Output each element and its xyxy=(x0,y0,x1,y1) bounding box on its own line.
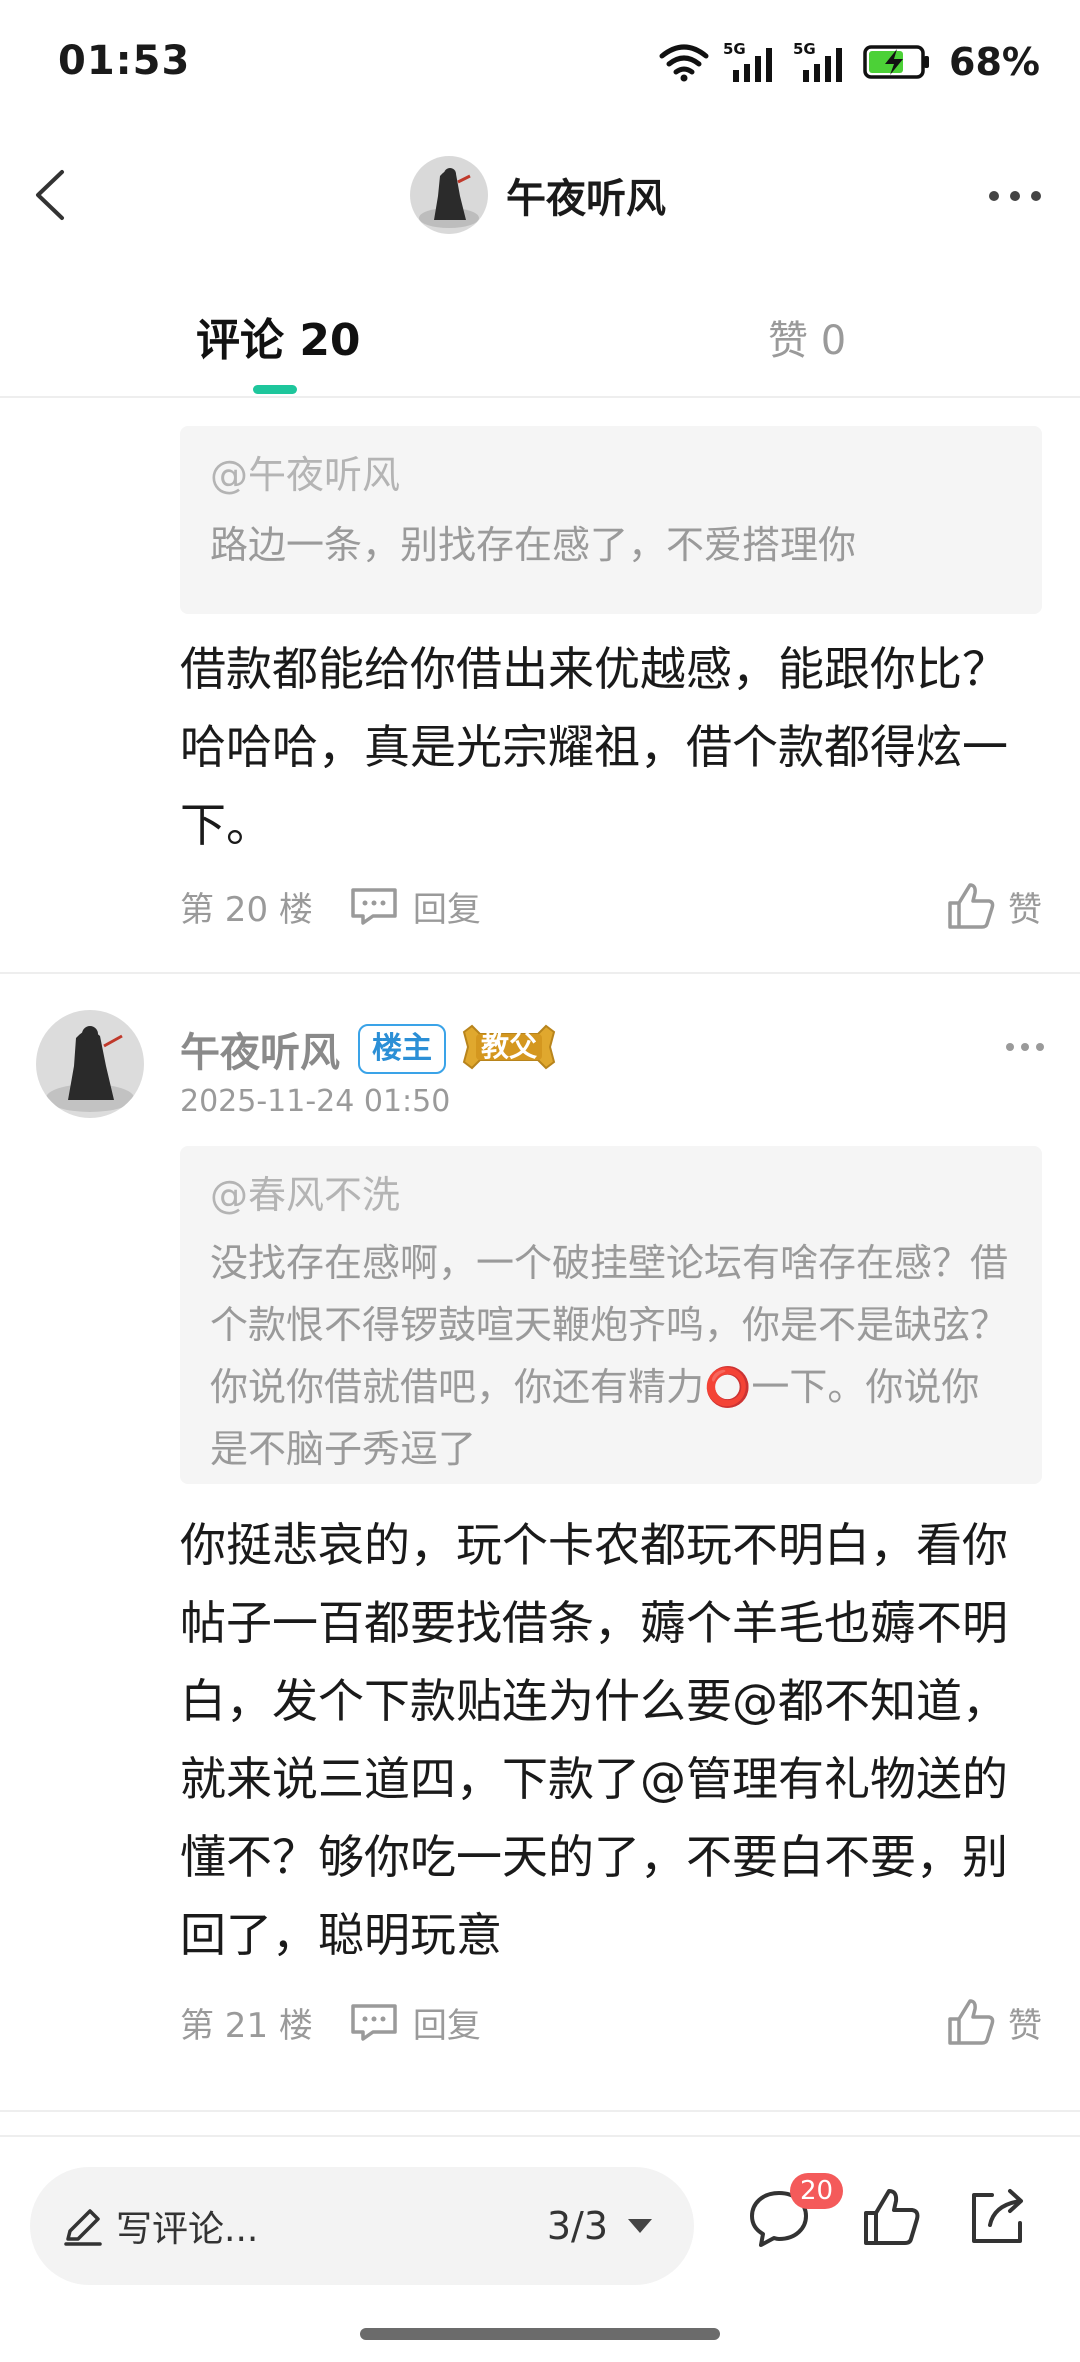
page-number: 3/3 xyxy=(546,2204,608,2248)
signal-5g-icon: 5G xyxy=(793,40,843,82)
rank-badge-label: 教父 xyxy=(480,1030,537,1063)
pencil-icon xyxy=(64,2209,102,2246)
comment-count-badge: 20 xyxy=(790,2173,844,2209)
floor-number: 第 21 楼 xyxy=(180,2005,313,2046)
thumbs-up-icon xyxy=(948,1999,995,2045)
signal-5g-icon: 5G xyxy=(723,40,773,82)
avatar[interactable] xyxy=(410,156,488,234)
comment-body: 你挺悲哀的，玩个卡农都玩不明白，看你帖子一百都要找借条，薅个羊毛也薅不明白，发个… xyxy=(180,1518,1008,1962)
dropdown-triangle-icon xyxy=(628,2219,652,2233)
reply-label: 回复 xyxy=(412,889,481,930)
battery-percent: 68% xyxy=(949,40,1040,84)
comment-input[interactable]: 写评论... 3/3 xyxy=(30,2167,694,2285)
back-arrow-icon[interactable] xyxy=(22,152,92,238)
status-time: 01:53 xyxy=(58,38,191,84)
tab-comments[interactable]: 评论 20 xyxy=(196,304,361,368)
status-bar: 01:53 5G 5G 68% xyxy=(0,0,1080,130)
page-title: 午夜听风 xyxy=(506,176,666,222)
avatar[interactable] xyxy=(36,1010,144,1118)
reply-label: 回复 xyxy=(412,2005,481,2046)
network-label: 5G xyxy=(723,40,746,58)
reply-icon xyxy=(351,888,397,925)
reply-icon xyxy=(351,2004,397,2041)
quoted-comment[interactable]: @午夜听风 路边一条，别找存在感了，不爱搭理你 xyxy=(180,426,1042,614)
reply-button[interactable]: 回复 xyxy=(349,882,481,931)
battery-charging-icon xyxy=(863,45,930,79)
owner-badge: 楼主 xyxy=(358,1024,446,1074)
home-indicator[interactable] xyxy=(360,2328,720,2340)
page-selector[interactable]: 3/3 xyxy=(547,2167,654,2285)
rank-badge: 教父 xyxy=(458,1022,560,1072)
like-label: 赞 xyxy=(1008,2005,1042,2046)
share-icon[interactable] xyxy=(962,2183,1032,2253)
like-button[interactable]: 赞 xyxy=(946,1997,1042,2047)
active-tab-indicator xyxy=(253,385,297,394)
quoted-text: 路边一条，别找存在感了，不爱搭理你 xyxy=(210,523,857,567)
tab-likes[interactable]: 赞 0 xyxy=(768,308,846,366)
author-name[interactable]: 午夜听风 xyxy=(180,1020,340,1078)
tab-bar: 评论 20 赞 0 xyxy=(0,280,1080,398)
comment-actions: 第 20 楼 回复 赞 xyxy=(180,876,1042,936)
divider xyxy=(0,2110,1080,2112)
network-label: 5G xyxy=(793,40,816,58)
thumbs-up-icon xyxy=(948,883,995,929)
comment-body: 借款都能给你借出来优越感，能跟你比？哈哈哈，真是光宗耀祖，借个款都得炫一下。 xyxy=(180,642,1008,852)
comment-input-placeholder[interactable]: 写评论... xyxy=(116,2200,258,2252)
bottom-bar: 写评论... 3/3 20 xyxy=(0,2135,1080,2362)
comment-date: 2025-11-24 01:50 xyxy=(180,1084,451,1119)
like-button[interactable]: 赞 xyxy=(946,881,1042,931)
like-label: 赞 xyxy=(1008,889,1042,930)
quoted-user[interactable]: @春风不洗 xyxy=(210,1168,1012,1222)
comment-floor-21: 午夜听风 楼主 教父 2025-11-24 01:50 @春风不洗 没找存在感啊… xyxy=(0,974,1080,2110)
reply-button[interactable]: 回复 xyxy=(349,1998,481,2047)
header: 午夜听风 xyxy=(0,130,1080,260)
quoted-text: 没找存在感啊，一个破挂壁论坛有啥存在感？借个款恨不得锣鼓喧天鞭炮齐鸣，你是不是缺… xyxy=(210,1241,1009,1471)
more-dots-icon[interactable] xyxy=(980,166,1050,226)
quoted-comment[interactable]: @春风不洗 没找存在感啊，一个破挂壁论坛有啥存在感？借个款恨不得锣鼓喧天鞭炮齐鸣… xyxy=(180,1146,1042,1484)
comment-actions: 第 21 楼 回复 赞 xyxy=(180,1992,1042,2052)
wifi-icon xyxy=(659,44,709,82)
floor-number: 第 20 楼 xyxy=(180,889,313,930)
thumbs-up-icon[interactable] xyxy=(856,2183,926,2253)
status-icons: 5G 5G 68% xyxy=(659,40,1040,84)
comment-floor-20: @午夜听风 路边一条，别找存在感了，不爱搭理你 借款都能给你借出来优越感，能跟你… xyxy=(0,398,1080,972)
more-dots-icon[interactable] xyxy=(1000,1032,1050,1062)
quoted-user[interactable]: @午夜听风 xyxy=(210,448,1012,502)
comment-author-row: 午夜听风 楼主 教父 2025-11-24 01:50 xyxy=(0,1010,1080,1130)
header-user[interactable]: 午夜听风 xyxy=(410,152,666,238)
